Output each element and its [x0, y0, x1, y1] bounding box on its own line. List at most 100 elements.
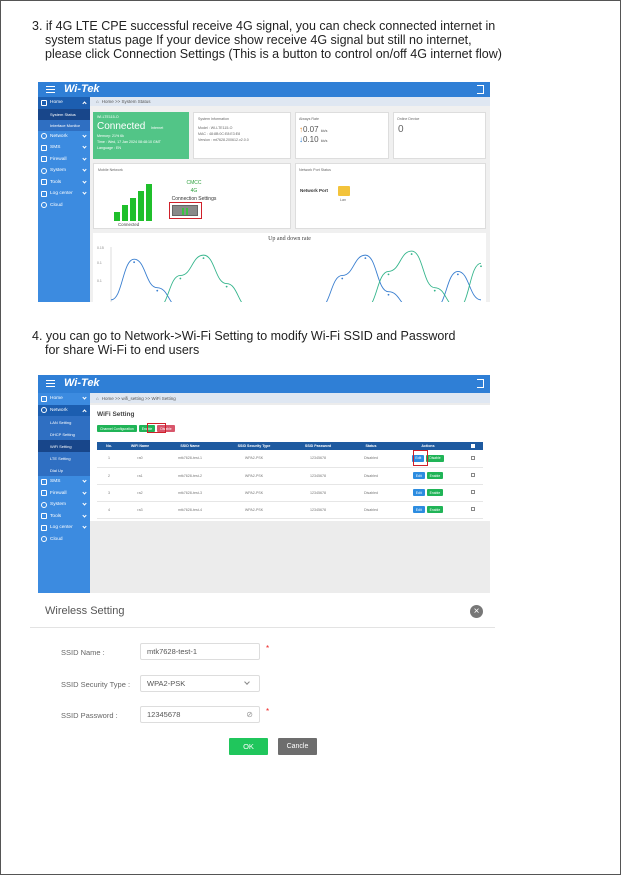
sidebar-item-network[interactable]: Network: [38, 131, 90, 143]
required-marker: *: [266, 644, 270, 653]
cancel-button[interactable]: Cancle: [278, 738, 317, 755]
row-actions: Edit Enable: [393, 467, 463, 485]
row-enable-button[interactable]: Enable: [426, 489, 444, 496]
sidebar-item-cloud[interactable]: Cloud: [38, 534, 90, 546]
sidebar-item-dhcp-setting[interactable]: DHCP Setting: [38, 428, 90, 440]
row-checkbox[interactable]: [463, 501, 483, 519]
wifi-name: ra2: [121, 484, 159, 502]
row-checkbox[interactable]: [463, 484, 483, 502]
signal-bar: [130, 198, 136, 221]
sidebar-item-system[interactable]: System: [38, 499, 90, 511]
chevron-down-icon: [82, 178, 87, 184]
sidebar-item-label: Tools: [50, 513, 62, 519]
sidebar-item-firewall[interactable]: Firewall: [38, 488, 90, 500]
wireless-setting-dialog: Wireless Setting × SSID Name : mtk7628-t…: [30, 598, 495, 768]
edit-button[interactable]: Edit: [412, 472, 425, 479]
menu-icon[interactable]: [46, 380, 55, 387]
sidebar-item-tools[interactable]: Tools: [38, 177, 90, 189]
home-icon: ⌂: [96, 99, 99, 104]
sidebar-item-label: Network: [50, 133, 68, 139]
sidebar-item-home[interactable]: Home: [38, 97, 90, 109]
page-title: WiFi Setting: [97, 411, 135, 418]
rate-chart-canvas: 0.15 0.1 0.1: [97, 246, 482, 302]
y-tick-label: 0.1: [97, 279, 102, 283]
sidebar-item-lte-setting[interactable]: LTE Setting: [38, 452, 90, 464]
sidebar-item-label: Network: [50, 407, 68, 413]
sidebar-item-firewall[interactable]: Firewall: [38, 154, 90, 166]
cloud-icon: [41, 536, 47, 543]
edit-button[interactable]: Edit: [412, 506, 425, 513]
home-icon: [41, 99, 47, 106]
sidebar-item-dial-up[interactable]: Dial Up: [38, 464, 90, 476]
connection-status-card: WI-LTE115-O Connected Internet Memory: 2…: [93, 112, 189, 159]
signal-bar: [146, 184, 152, 221]
panel-title: Always Rate: [299, 117, 319, 121]
wifi-setting-screenshot: Wi-Tek Home Network LAN Setting DHCP Set…: [38, 375, 490, 593]
network-port-panel: Network Port Status Network Port Lan: [295, 163, 486, 229]
dialog-title: Wireless Setting: [45, 605, 125, 617]
sidebar-item-tools[interactable]: Tools: [38, 511, 90, 523]
breadcrumb-text: Home >> System Status: [101, 99, 151, 104]
connection-state-sub: Internet: [151, 126, 164, 130]
row-disable-button[interactable]: Disable: [426, 454, 444, 462]
firewall-icon: [41, 490, 47, 497]
sidebar-item-interface-monitor[interactable]: Interface Monitor: [38, 119, 90, 131]
sidebar-item-log-center[interactable]: Log center: [38, 522, 90, 534]
signal-bar: [122, 205, 128, 221]
row-enable-button[interactable]: Enable: [426, 506, 444, 513]
sidebar-item-label: SMS: [50, 479, 61, 485]
row-checkbox[interactable]: [463, 467, 483, 485]
sidebar-item-label: Cloud: [50, 536, 63, 542]
ok-button[interactable]: OK: [229, 738, 268, 755]
data-point: [156, 289, 159, 292]
sidebar-item-lan-setting[interactable]: LAN Setting: [38, 416, 90, 428]
system-status-screenshot: Wi-Tek Home System Status Interface Moni…: [38, 82, 490, 302]
menu-icon[interactable]: [46, 86, 55, 93]
sidebar-item-network[interactable]: Network: [38, 404, 90, 416]
sysinfo-version: Version : mt7628.200612.v2.0.0: [198, 138, 249, 142]
panel-title: Online Device: [397, 117, 420, 121]
home-icon: ⌂: [96, 395, 99, 401]
row-number: 4: [97, 501, 121, 519]
row-actions: Edit Enable: [393, 501, 463, 519]
data-point: [387, 273, 390, 276]
lan-port-label: Lan: [340, 198, 346, 202]
step3-line-3: please click Connection Settings (This i…: [45, 47, 502, 61]
ssid-name-input[interactable]: mtk7628-test-1: [140, 643, 260, 660]
logout-icon[interactable]: [477, 85, 484, 94]
wifi-setting-panel: WiFi Setting Channel Configuration Enabl…: [90, 405, 490, 521]
edit-button[interactable]: Edit: [412, 489, 425, 496]
sidebar-item-wifi-setting[interactable]: WiFi Setting: [38, 440, 90, 452]
sidebar-item-label: System: [50, 502, 66, 508]
breadcrumb-text: Home >> wifi_setting >> WiFi Setting: [101, 395, 176, 401]
hide-password-icon[interactable]: ⊘: [246, 707, 253, 722]
logout-icon[interactable]: [477, 379, 484, 388]
row-checkbox[interactable]: [463, 450, 483, 468]
chevron-down-icon: [82, 489, 87, 495]
password-value: 12345678: [147, 710, 181, 719]
ssid-security-type-select[interactable]: WPA2-PSK: [140, 675, 260, 692]
select-all-checkbox[interactable]: [463, 442, 483, 450]
sidebar-item-system-status[interactable]: System Status: [38, 108, 90, 120]
table-row: 3 ra2 mtk7628-test-3 WPA2-PSK 12345678 Disabl…: [97, 484, 483, 502]
sidebar-item-system[interactable]: System: [38, 165, 90, 177]
download-rate: ↓0.10 kb/s: [299, 135, 328, 144]
sidebar: Home System Status Interface Monitor Net…: [38, 97, 90, 302]
ssid-name: mtk7628-test-2: [159, 467, 221, 485]
channel-configuration-button[interactable]: Channel Configuration: [97, 425, 137, 432]
sysinfo-mac: MAC : 48:8B:0C:E8:E3:E8: [198, 132, 241, 136]
sidebar-item-label: Home: [50, 396, 63, 402]
row-enable-button[interactable]: Enable: [426, 472, 444, 479]
sidebar-item-sms[interactable]: SMS: [38, 142, 90, 154]
close-icon[interactable]: ×: [470, 605, 483, 618]
sidebar-item-log-center[interactable]: Log center: [38, 188, 90, 200]
sidebar-item-home[interactable]: Home: [38, 393, 90, 405]
ssid-name: mtk7628-test-4: [159, 501, 221, 519]
sidebar-item-cloud[interactable]: Cloud: [38, 200, 90, 212]
y-tick-label: 0.1: [97, 261, 102, 265]
sidebar-item-sms[interactable]: SMS: [38, 476, 90, 488]
ssid-password-input[interactable]: 12345678 ⊘: [140, 706, 260, 723]
step4-line-1: 4. you can go to Network->Wi-Fi Setting …: [32, 329, 456, 343]
data-point: [225, 285, 228, 288]
chevron-down-icon: [82, 132, 87, 138]
